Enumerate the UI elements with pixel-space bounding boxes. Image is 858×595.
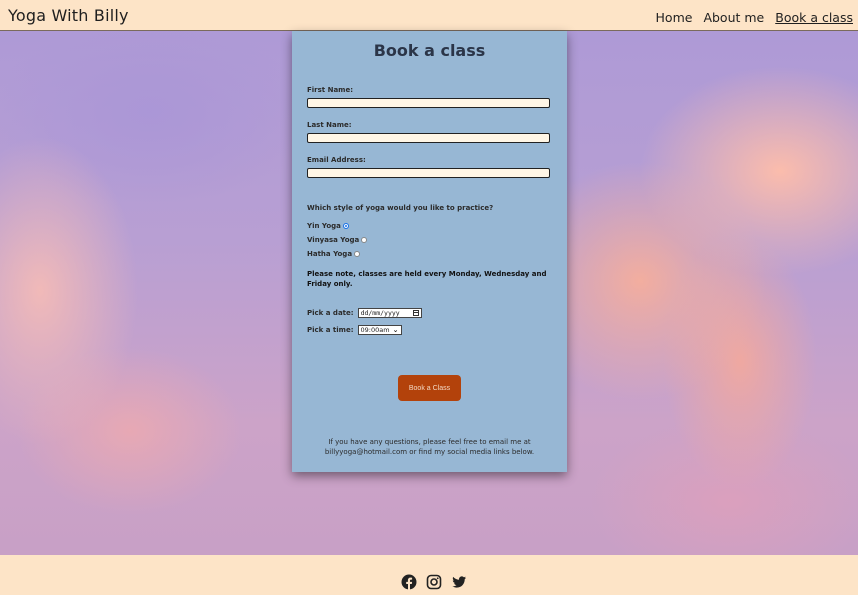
date-row: Pick a date: dd/mm/yyyy <box>307 308 422 318</box>
facebook-icon[interactable] <box>401 574 417 590</box>
radio-vinyasa-button[interactable] <box>361 237 368 243</box>
navbar: Yoga With Billy Home About me Book a cla… <box>0 0 858 31</box>
time-row: Pick a time: 09:00am ⌄ <box>307 325 402 335</box>
yoga-style-question: Which style of yoga would you like to pr… <box>307 204 494 212</box>
nav-link-about[interactable]: About me <box>703 10 764 25</box>
chevron-down-icon: ⌄ <box>392 325 399 334</box>
nav-link-home[interactable]: Home <box>656 10 693 25</box>
radio-vinyasa[interactable]: Vinyasa Yoga <box>307 236 368 244</box>
nav-links: Home About me Book a class <box>656 10 853 25</box>
date-label: Pick a date: <box>307 309 354 317</box>
radio-yin-button[interactable] <box>342 223 349 229</box>
radio-vinyasa-label: Vinyasa Yoga <box>307 236 360 244</box>
date-input[interactable]: dd/mm/yyyy <box>357 308 422 318</box>
radio-yin-label: Yin Yoga <box>307 222 341 230</box>
last-name-label: Last Name: <box>307 121 352 129</box>
book-class-button[interactable]: Book a Class <box>398 375 461 401</box>
calendar-icon[interactable] <box>412 310 419 316</box>
brand-title[interactable]: Yoga With Billy <box>8 6 129 25</box>
date-placeholder: dd/mm/yyyy <box>360 309 400 317</box>
time-select[interactable]: 09:00am ⌄ <box>357 325 402 335</box>
radio-hatha-label: Hatha Yoga <box>307 250 353 258</box>
email-input[interactable] <box>307 168 550 178</box>
first-name-label: First Name: <box>307 86 354 94</box>
email-label: Email Address: <box>307 156 366 164</box>
time-value: 09:00am <box>360 326 390 334</box>
contact-note: If you have any questions, please feel f… <box>324 438 535 456</box>
nav-link-book[interactable]: Book a class <box>775 10 853 25</box>
first-name-input[interactable] <box>307 98 550 108</box>
radio-hatha[interactable]: Hatha Yoga <box>307 250 361 258</box>
instagram-icon[interactable] <box>426 574 442 590</box>
radio-hatha-button[interactable] <box>354 251 361 257</box>
radio-yin[interactable]: Yin Yoga <box>307 222 349 230</box>
booking-form: Book a class First Name: Last Name: Emai… <box>292 31 567 472</box>
form-title: Book a class <box>373 41 486 60</box>
schedule-note: Please note, classes are held every Mond… <box>307 270 547 288</box>
twitter-icon[interactable] <box>451 574 467 590</box>
time-label: Pick a time: <box>307 326 354 334</box>
footer <box>0 555 858 595</box>
social-links <box>401 574 467 590</box>
last-name-input[interactable] <box>307 133 550 143</box>
